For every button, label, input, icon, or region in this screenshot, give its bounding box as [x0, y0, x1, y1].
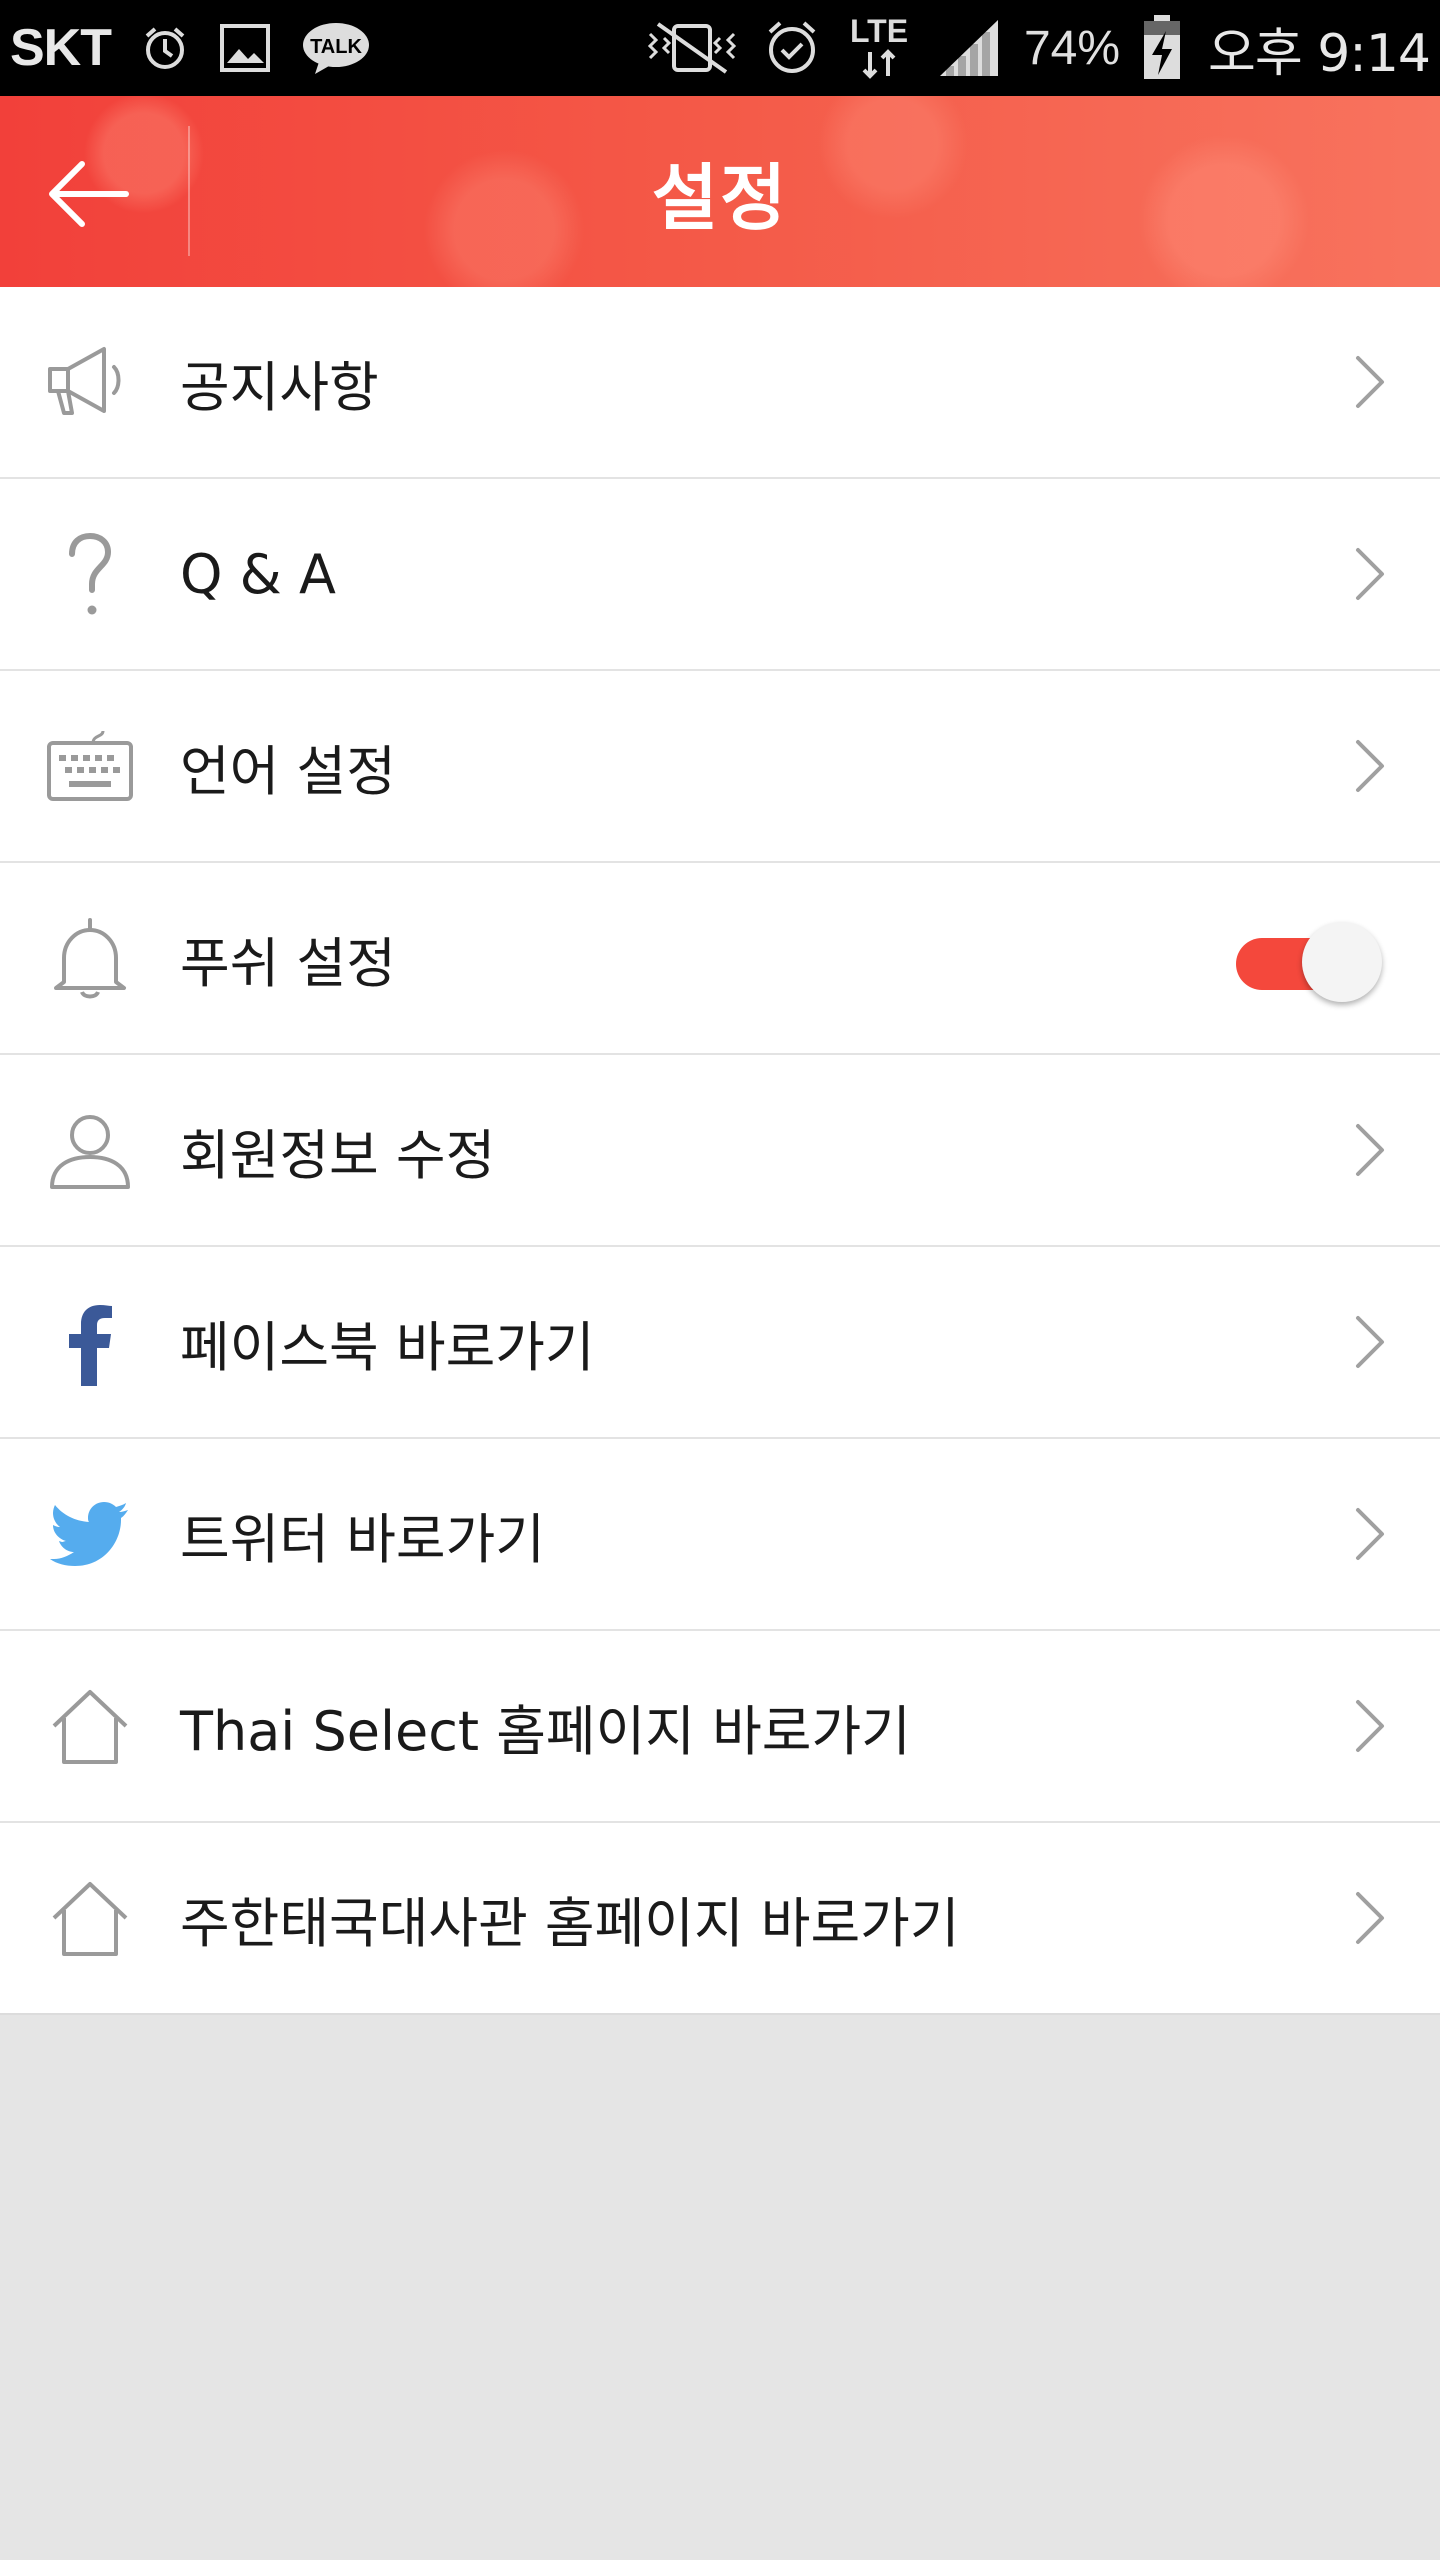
- question-icon: [40, 525, 140, 625]
- menu-item-label: 푸쉬 설정: [180, 931, 396, 995]
- page-title: 설정: [651, 156, 789, 240]
- chevron-right-icon: [1356, 1700, 1384, 1752]
- signal-icon: [936, 18, 1002, 78]
- menu-item-profile[interactable]: 회원정보 수정: [0, 1055, 1440, 1247]
- chevron-right-icon: [1356, 1124, 1384, 1176]
- keyboard-icon: [40, 717, 140, 817]
- app-bar: 설정: [0, 96, 1440, 287]
- home-icon: [40, 1677, 140, 1777]
- status-time: 오후 9:14: [1208, 23, 1431, 84]
- vibrate-icon: [644, 20, 740, 76]
- menu-item-label: 회원정보 수정: [180, 1123, 496, 1187]
- status-bar-left: SKT TALK: [10, 0, 371, 96]
- status-bar: SKT TALK LTE 74% 오후 9:14: [0, 0, 1440, 96]
- bell-icon: [40, 909, 140, 1009]
- facebook-icon: [40, 1293, 140, 1393]
- menu-item-notice[interactable]: 공지사항: [0, 287, 1440, 479]
- menu-item-label: Q & A: [180, 542, 336, 606]
- chevron-right-icon: [1356, 548, 1384, 600]
- menu-item-label: 주한태국대사관 홈페이지 바로가기: [180, 1891, 960, 1955]
- chevron-right-icon: [1356, 1316, 1384, 1368]
- menu-item-twitter[interactable]: 트위터 바로가기: [0, 1439, 1440, 1631]
- kakao-badge-text: TALK: [310, 36, 362, 58]
- menu-item-label: Thai Select 홈페이지 바로가기: [180, 1699, 911, 1763]
- menu-item-embassy-home[interactable]: 주한태국대사관 홈페이지 바로가기: [0, 1823, 1440, 2015]
- carrier-label: SKT: [10, 19, 112, 77]
- gallery-icon: [219, 23, 271, 73]
- menu-item-label: 언어 설정: [180, 739, 396, 803]
- menu-item-label: 트위터 바로가기: [180, 1507, 545, 1571]
- lte-label: LTE: [850, 13, 908, 49]
- chevron-right-icon: [1356, 740, 1384, 792]
- menu-item-qna[interactable]: Q & A: [0, 479, 1440, 671]
- twitter-icon: [40, 1485, 140, 1585]
- home-icon: [40, 1869, 140, 1969]
- kakaotalk-icon: TALK: [301, 20, 371, 76]
- alarm-icon: [762, 18, 822, 78]
- battery-percent: 74%: [1023, 21, 1121, 75]
- megaphone-icon: [40, 333, 140, 433]
- chevron-right-icon: [1356, 1508, 1384, 1560]
- battery-charging-icon: [1142, 15, 1182, 81]
- menu-item-push: 푸쉬 설정: [0, 863, 1440, 1055]
- menu-item-facebook[interactable]: 페이스북 바로가기: [0, 1247, 1440, 1439]
- menu-item-label: 페이스북 바로가기: [180, 1315, 595, 1379]
- settings-menu-list: 공지사항 Q & A 언어 설정 푸쉬 설정 회원정보 수정 페이스북 바로가기…: [0, 287, 1440, 2015]
- user-icon: [40, 1101, 140, 1201]
- menu-item-thai-select-home[interactable]: Thai Select 홈페이지 바로가기: [0, 1631, 1440, 1823]
- status-bar-right: LTE 74% 오후 9:14: [622, 0, 1431, 96]
- chevron-right-icon: [1356, 356, 1384, 408]
- menu-item-label: 공지사항: [180, 355, 379, 419]
- chevron-right-icon: [1356, 1892, 1384, 1944]
- toggle-knob: [1302, 922, 1382, 1002]
- alarm-icon: [141, 24, 189, 72]
- push-toggle[interactable]: [1232, 918, 1392, 1002]
- lte-icon: LTE: [844, 12, 914, 84]
- menu-item-language[interactable]: 언어 설정: [0, 671, 1440, 863]
